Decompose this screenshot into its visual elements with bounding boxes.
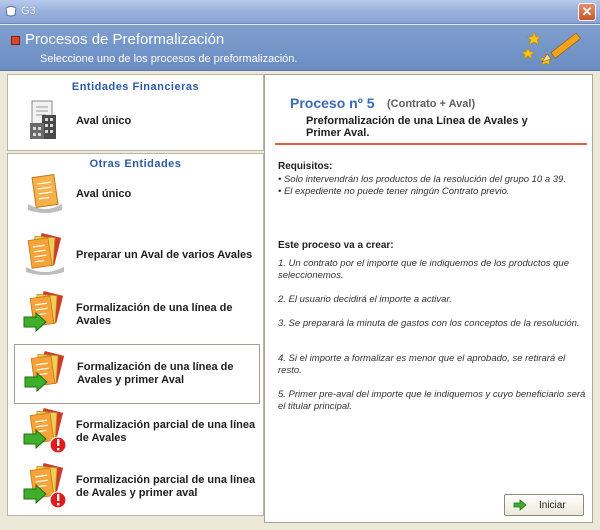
process-item-aval-unico[interactable]: Aval único — [14, 164, 260, 224]
page-title: Procesos de Preformalización — [25, 31, 225, 48]
requisito-item: • El expediente no puede tener ningún Co… — [278, 186, 510, 197]
process-item-preparar-aval[interactable]: Preparar un Aval de varios Avales — [14, 225, 260, 285]
crear-heading: Este proceso va a crear: — [278, 240, 394, 251]
close-button[interactable]: ✕ — [578, 3, 596, 21]
process-description: Preformalización de una Línea de Avales … — [306, 115, 528, 139]
page-subtitle: Seleccione uno de los procesos de prefor… — [40, 53, 298, 65]
process-item-label: Formalización de una línea de Avales — [76, 302, 233, 327]
arrow-right-icon — [513, 499, 527, 511]
crear-item: 1. Un contrato por el importe que le ind… — [278, 258, 569, 281]
requisitos-heading: Requisitos: — [278, 161, 333, 172]
process-item-label: Formalización de una línea de Avales y p… — [77, 361, 234, 386]
page-header: Procesos de Preformalización Seleccione … — [0, 25, 600, 71]
documents-arrow-icon — [23, 291, 64, 333]
document-icon — [28, 174, 62, 213]
process-subtitle: (Contrato + Aval) — [387, 98, 476, 110]
process-item-label: Preparar un Aval de varios Avales — [76, 248, 253, 261]
process-item-label: Formalización parcial de una línea de Av… — [76, 474, 256, 499]
process-item-formalizacion-parcial[interactable]: Formalización parcial de una línea de Av… — [14, 402, 260, 462]
process-item-formalizacion-linea[interactable]: Formalización de una línea de Avales — [14, 285, 260, 345]
process-item-label: Formalización parcial de una línea de Av… — [76, 419, 256, 444]
documents-arrow-warning-icon — [23, 408, 67, 454]
process-title: Proceso nº 5 — [290, 95, 375, 111]
documents-arrow-icon — [24, 351, 65, 393]
building-documents-icon — [30, 100, 56, 139]
crear-item: 3. Se preparará la minuta de gastos con … — [278, 318, 580, 329]
crear-item: 5. Primer pre-aval del importe que le in… — [278, 389, 586, 412]
requisito-item: • Solo intervendrán los productos de la … — [278, 174, 566, 185]
process-item-label: Aval único — [76, 114, 132, 127]
window-title: G3 — [21, 5, 36, 17]
iniciar-button-label: Iniciar — [539, 499, 566, 511]
window-titlebar: G3 ✕ — [0, 0, 600, 24]
documents-stack-icon — [26, 232, 64, 275]
documents-arrow-warning-icon — [23, 463, 67, 509]
app-icon — [5, 6, 17, 17]
crear-item: 2. El usuario decidirá el importe a acti… — [278, 294, 452, 305]
divider — [275, 143, 587, 145]
stars-pencil-icon — [521, 31, 581, 66]
process-detail-panel: Proceso nº 5 (Contrato + Aval) Preformal… — [264, 74, 593, 523]
process-item-formalizacion-parcial-primer-aval[interactable]: Formalización parcial de una línea de Av… — [14, 457, 260, 517]
entidades-financieras-panel: Entidades Financieras Aval único — [7, 74, 264, 151]
header-bullet-icon — [11, 36, 20, 45]
crear-item: 4. Si el importe a formalizar es menor q… — [278, 353, 566, 376]
process-item-label: Aval único — [76, 187, 132, 200]
process-item-formalizacion-linea-primer-aval[interactable]: Formalización de una línea de Avales y p… — [14, 344, 260, 404]
otras-entidades-panel: Otras Entidades Aval único Preparar un A… — [7, 153, 264, 516]
process-item-financieras-aval-unico[interactable]: Aval único — [14, 91, 260, 151]
iniciar-button[interactable]: Iniciar — [504, 494, 584, 516]
